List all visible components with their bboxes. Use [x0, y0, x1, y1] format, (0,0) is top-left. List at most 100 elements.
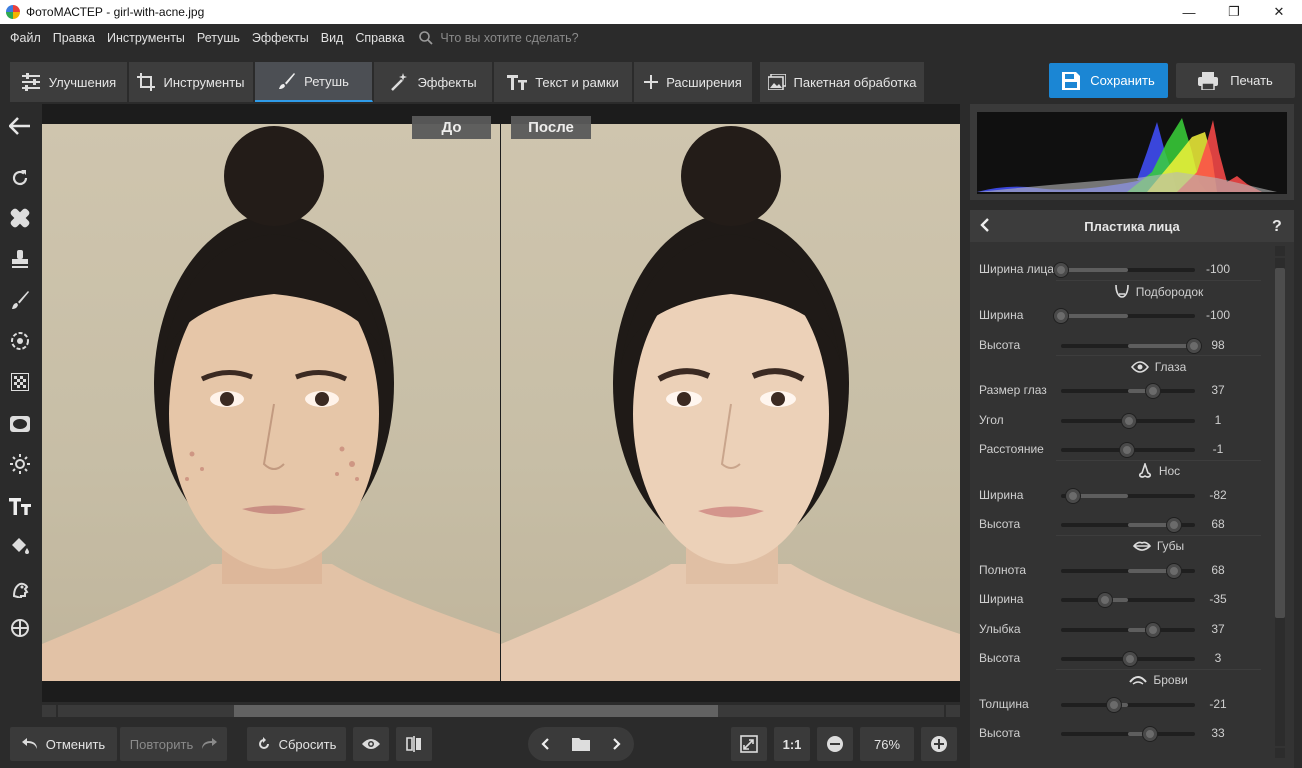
slider-handle[interactable]	[1120, 443, 1135, 457]
panel-scrollbar[interactable]	[1270, 246, 1290, 758]
panel-back-icon[interactable]	[980, 218, 990, 235]
actual-size-button[interactable]: 1:1	[774, 727, 810, 761]
slider-track[interactable]	[1061, 413, 1195, 428]
slider-track[interactable]	[1061, 593, 1195, 607]
slider-handle[interactable]	[1121, 413, 1136, 428]
slider-handle[interactable]	[1145, 384, 1160, 398]
slider-handle[interactable]	[1066, 488, 1081, 503]
slider-value: -82	[1209, 487, 1227, 502]
tab-retouch[interactable]: Ретушь	[255, 62, 373, 102]
back-arrow-icon[interactable]	[8, 114, 32, 138]
photo-canvas[interactable]: До После	[42, 104, 960, 702]
scrollbar-thumb[interactable]	[234, 705, 718, 717]
menu-retouch[interactable]: Ретушь	[197, 31, 240, 45]
compare-button[interactable]	[396, 727, 432, 761]
undo-button[interactable]: Отменить	[10, 727, 117, 761]
menu-search[interactable]: Что вы хотите сделать?	[418, 30, 579, 46]
maximize-button[interactable]: ❐	[1211, 0, 1257, 24]
slider-handle[interactable]	[1166, 563, 1181, 578]
prev-image-icon[interactable]	[529, 738, 561, 750]
menu-view[interactable]: Вид	[321, 31, 344, 45]
save-button[interactable]: Сохранить	[1049, 63, 1168, 98]
slider-value: -100	[1205, 262, 1231, 276]
help-icon[interactable]: ?	[1272, 218, 1282, 236]
slider-track[interactable]	[1061, 488, 1195, 503]
folder-icon[interactable]	[561, 737, 601, 751]
slider-label: Толщина	[979, 696, 1029, 711]
close-button[interactable]: ✕	[1256, 0, 1302, 24]
scroll-left-icon[interactable]	[42, 705, 56, 717]
scroll-right-icon[interactable]	[946, 705, 960, 717]
slider-handle[interactable]	[1097, 593, 1112, 607]
slider-handle[interactable]	[1054, 309, 1068, 323]
before-photo	[42, 124, 500, 681]
tab-effects[interactable]: Эффекты	[374, 62, 493, 102]
menu-help[interactable]: Справка	[355, 31, 404, 45]
preview-button[interactable]	[353, 727, 389, 761]
window-title: ФотоМАСТЕР - girl-with-acne.jpg	[26, 5, 205, 19]
slider-handle[interactable]	[1143, 727, 1158, 741]
slider-track[interactable]	[1061, 338, 1201, 353]
print-button[interactable]: Печать	[1176, 63, 1295, 98]
sun-icon[interactable]	[8, 452, 32, 476]
reset-button[interactable]: Сбросить	[247, 727, 346, 761]
redo-button[interactable]: Повторить	[120, 727, 227, 761]
fullscreen-icon	[740, 735, 758, 753]
fit-screen-button[interactable]	[731, 727, 767, 761]
patch-icon[interactable]	[8, 206, 32, 230]
tab-text-frames[interactable]: Текст и рамки	[494, 62, 633, 102]
slider-track[interactable]	[1061, 727, 1195, 741]
undo-label: Отменить	[45, 736, 106, 752]
slider-track[interactable]	[1054, 263, 1195, 277]
slider-track[interactable]	[1061, 652, 1195, 666]
target-icon[interactable]	[8, 329, 32, 353]
section-header: Брови	[1056, 668, 1261, 691]
slider-track[interactable]	[1061, 518, 1195, 532]
slider-handle[interactable]	[1106, 697, 1121, 712]
slider-track[interactable]	[1061, 697, 1195, 712]
slider-track[interactable]	[1061, 622, 1195, 637]
stamp-icon[interactable]	[8, 247, 32, 271]
tab-enhancements[interactable]: Улучшения	[10, 62, 128, 102]
zoom-out-button[interactable]	[817, 727, 853, 761]
slider-2-0: Ширина -82	[979, 485, 1229, 505]
slider-handle[interactable]	[1166, 518, 1181, 532]
horizontal-scrollbar[interactable]	[42, 702, 960, 720]
navigation-group	[528, 727, 634, 761]
face-icon[interactable]	[8, 576, 32, 600]
brush-icon[interactable]	[8, 288, 32, 312]
minimize-button[interactable]: —	[1166, 0, 1212, 24]
slider-handle[interactable]	[1123, 652, 1137, 666]
next-image-icon[interactable]	[601, 738, 633, 750]
menu-edit[interactable]: Правка	[53, 31, 95, 45]
menu-tools[interactable]: Инструменты	[107, 31, 185, 45]
menu-file[interactable]: Файл	[10, 31, 41, 45]
slider-label: Ширина	[979, 308, 1024, 322]
grid-icon[interactable]	[8, 370, 32, 394]
slider-track[interactable]	[1061, 384, 1195, 398]
scroll-down-icon[interactable]	[1275, 748, 1285, 758]
rotate-icon[interactable]	[8, 166, 32, 190]
scroll-up-icon[interactable]	[1275, 246, 1285, 256]
slider-track[interactable]	[1054, 309, 1195, 323]
vignette-icon[interactable]	[8, 412, 32, 436]
compare-icon	[406, 736, 421, 752]
menu-effects[interactable]: Эффекты	[252, 31, 309, 45]
slider-handle[interactable]	[1145, 622, 1160, 637]
crosshair-icon[interactable]	[8, 616, 32, 640]
slider-track[interactable]	[1061, 563, 1195, 578]
zoom-level-field[interactable]: 76%	[860, 727, 914, 761]
tab-batch-processing[interactable]: Пакетная обработка	[760, 62, 925, 102]
slider-label: Высота	[979, 726, 1021, 740]
menu-bar: Файл Правка Инструменты Ретушь Эффекты В…	[0, 24, 1302, 52]
slider-track[interactable]	[1061, 443, 1195, 457]
before-label[interactable]: До	[412, 116, 491, 139]
text-icon[interactable]	[8, 494, 32, 518]
after-label[interactable]: После	[511, 116, 591, 139]
zoom-in-button[interactable]	[921, 727, 957, 761]
tab-extensions[interactable]: Расширения	[634, 62, 753, 102]
fill-icon[interactable]	[8, 534, 32, 558]
panel-scrollbar-thumb[interactable]	[1275, 268, 1285, 618]
tab-tools[interactable]: Инструменты	[129, 62, 254, 102]
slider-handle[interactable]	[1054, 263, 1068, 277]
